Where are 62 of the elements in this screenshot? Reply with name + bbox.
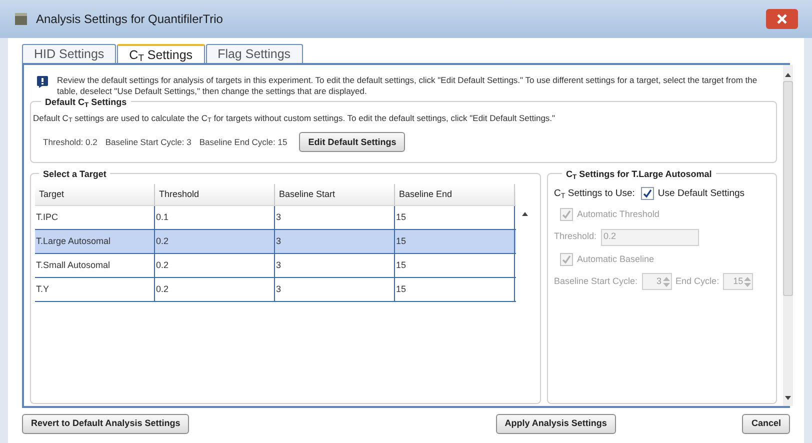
field-label: C$_{T}$ Settings to Use: xyxy=(554,186,635,201)
tab[interactable]: Flag Settings xyxy=(206,44,303,63)
spinner-arrows-icon xyxy=(744,276,752,288)
tab[interactable]: C$_{T}$ Settings xyxy=(117,44,205,63)
table-cell: 3 xyxy=(275,206,395,229)
checkbox-label: Automatic Threshold xyxy=(577,208,660,221)
checkmark-icon xyxy=(642,189,652,198)
scrollbar[interactable] xyxy=(783,65,793,406)
table-cell: T.Large Autosomal xyxy=(35,230,155,253)
table-row[interactable]: T.Large Autosomal 0.2 3 15 xyxy=(35,230,516,254)
window-title: Analysis Settings for QuantifilerTrio xyxy=(36,11,223,28)
table-cell: 0.2 xyxy=(155,230,275,253)
app-icon xyxy=(14,12,28,26)
table-row[interactable]: T.IPC 0.1 3 15 xyxy=(35,206,516,230)
apply-button[interactable]: Apply Analysis Settings xyxy=(496,414,616,434)
table-row[interactable]: T.Small Autosomal 0.2 3 15 xyxy=(35,254,516,278)
checkbox-label: Use Default Settings xyxy=(658,186,745,201)
field-label: End Cycle: xyxy=(676,274,720,288)
close-icon xyxy=(777,14,787,24)
checkbox[interactable] xyxy=(640,187,654,200)
tab[interactable]: HID Settings xyxy=(22,44,116,63)
setting-value: Threshold: 0.2 xyxy=(43,136,98,149)
field-label: Baseline Start Cycle: xyxy=(554,274,638,288)
table-cell: 3 xyxy=(275,278,395,301)
checkbox-label: Automatic Baseline xyxy=(577,252,654,266)
group-title: Default C$_{T}$ Settings xyxy=(41,96,131,110)
table-cell: 0.2 xyxy=(155,278,275,301)
scroll-up-icon[interactable] xyxy=(522,212,528,216)
info-icon xyxy=(36,75,49,89)
scroll-up-icon xyxy=(785,73,791,77)
scrollbar-thumb[interactable] xyxy=(783,81,793,296)
table-cell: 3 xyxy=(275,230,395,253)
setting-value: Baseline Start Cycle: 3 xyxy=(105,136,192,149)
table-cell: 0.1 xyxy=(155,206,275,229)
spinner-arrows-icon xyxy=(662,276,670,288)
column-header[interactable]: Baseline End xyxy=(395,184,515,205)
info-text: Review the default settings for analysis of targets in this experiment. To edit the default settings, click "Edit Default Settings." To use different settings for a target, select the target from the table, deselect "Use Default Settings," then change the settings that are displayed. xyxy=(57,75,758,97)
column-header[interactable]: Target xyxy=(35,184,155,205)
table-cell: 0.2 xyxy=(155,254,275,277)
revert-button[interactable]: Revert to Default Analysis Settings xyxy=(22,414,190,434)
field-label: Threshold: xyxy=(554,230,597,244)
table-cell: 15 xyxy=(395,206,515,229)
column-header[interactable]: Baseline Start xyxy=(275,184,395,205)
scroll-down-icon xyxy=(785,396,791,400)
close-button[interactable] xyxy=(766,9,798,29)
table-cell: T.IPC xyxy=(35,206,155,229)
table-cell: T.Y xyxy=(35,278,155,301)
table-cell: T.Small Autosomal xyxy=(35,254,155,277)
column-header[interactable]: Threshold xyxy=(155,184,275,205)
edit-default-settings-button[interactable]: Edit Default Settings xyxy=(299,132,406,152)
table-cell: 15 xyxy=(395,278,515,301)
table-cell: 3 xyxy=(275,254,395,277)
checkmark-icon xyxy=(562,210,571,220)
table-cell: 15 xyxy=(395,230,515,253)
cancel-button[interactable]: Cancel xyxy=(742,414,790,434)
group-title: C$_{T}$ Settings for T.Large Autosomal xyxy=(562,168,716,182)
description-text: Default C$_{T}$ settings are used to calculate the C$_{T}$ for targets without custom settings. To edit the default settings, click "Edit Default Settings." xyxy=(33,112,556,124)
table-cell: 15 xyxy=(395,254,515,277)
group-title: Select a Target xyxy=(39,168,110,182)
table-row[interactable]: T.Y 0.2 3 15 xyxy=(35,278,516,302)
checkmark-icon xyxy=(562,254,571,264)
setting-value: Baseline End Cycle: 15 xyxy=(199,136,288,149)
